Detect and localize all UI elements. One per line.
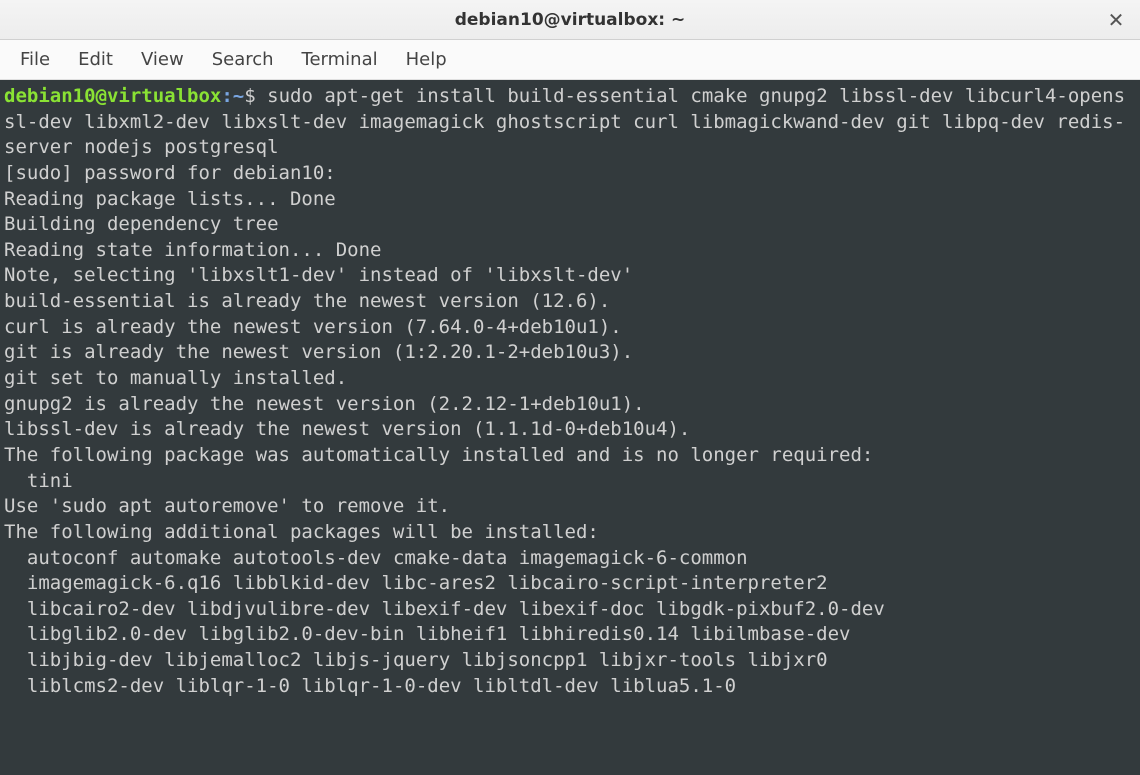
prompt-sigil: $: [244, 85, 267, 107]
close-icon[interactable]: ✕: [1104, 8, 1128, 32]
menu-view[interactable]: View: [127, 43, 198, 76]
window-title: debian10@virtualbox: ~: [455, 10, 686, 30]
prompt-separator: :: [221, 85, 232, 107]
menubar: File Edit View Search Terminal Help: [0, 40, 1140, 80]
menu-file[interactable]: File: [6, 43, 64, 76]
titlebar: debian10@virtualbox: ~ ✕: [0, 0, 1140, 40]
terminal-output: [sudo] password for debian10: Reading pa…: [4, 162, 885, 697]
menu-search[interactable]: Search: [198, 43, 288, 76]
menu-edit[interactable]: Edit: [64, 43, 127, 76]
prompt-user-host: debian10@virtualbox: [4, 85, 221, 107]
terminal-window: debian10@virtualbox: ~ ✕ File Edit View …: [0, 0, 1140, 775]
menu-help[interactable]: Help: [392, 43, 461, 76]
terminal-viewport[interactable]: debian10@virtualbox:~$ sudo apt-get inst…: [0, 80, 1140, 775]
menu-terminal[interactable]: Terminal: [288, 43, 392, 76]
prompt-path: ~: [233, 85, 244, 107]
